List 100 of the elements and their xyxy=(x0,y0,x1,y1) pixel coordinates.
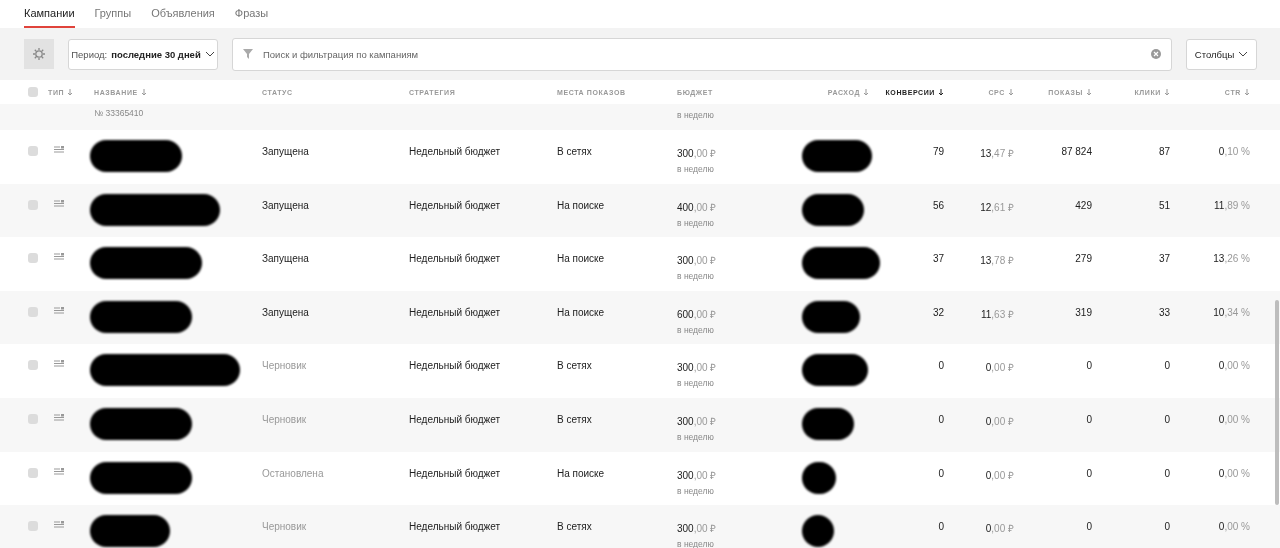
row-checkbox[interactable] xyxy=(28,146,38,156)
clicks-value: 87 xyxy=(1158,146,1170,157)
redaction-mark xyxy=(802,407,854,440)
strategy-text: Недельный бюджет xyxy=(409,306,501,318)
campaign-status: Черновик xyxy=(262,360,307,372)
row-checkbox[interactable] xyxy=(28,199,38,210)
chevron-down-icon xyxy=(1238,51,1249,57)
campaign-status: Черновик xyxy=(262,413,307,425)
strategy-text: Недельный бюджет xyxy=(409,253,501,265)
text-ad-icon xyxy=(54,199,64,208)
cpc-value: 0,00 ₽ xyxy=(985,468,1014,482)
cpc-value: 11,63 ₽ xyxy=(980,307,1014,321)
clear-icon[interactable] xyxy=(1151,49,1161,59)
impressions-value: 87 824 xyxy=(1061,146,1092,157)
ctr-value: 0,00 % xyxy=(1218,413,1250,425)
impressions-value: 0 xyxy=(1086,360,1092,372)
text-ad-icon xyxy=(54,306,64,315)
budget-period: в неделю xyxy=(677,485,714,496)
ctr-value: 0,00 % xyxy=(1218,467,1250,479)
select-all-checkbox[interactable] xyxy=(28,87,38,97)
settings-button[interactable] xyxy=(24,39,54,69)
conversions-value: 0 xyxy=(938,521,944,533)
clicks-value: 37 xyxy=(1158,253,1170,265)
campaign-status: Черновик xyxy=(262,521,307,533)
row-checkbox[interactable] xyxy=(28,360,38,371)
budget-amount: 300,00 ₽ xyxy=(677,414,717,428)
campaign-status: Запущена xyxy=(262,199,309,211)
strategy-text: Недельный бюджет xyxy=(409,146,501,157)
budget-amount: 300,00 ₽ xyxy=(677,468,717,482)
budget-period: в неделю xyxy=(677,378,714,389)
scrollbar-thumb[interactable] xyxy=(1275,300,1279,505)
campaign-status: Запущена xyxy=(262,253,309,265)
text-ad-icon xyxy=(54,146,64,154)
period-dropdown[interactable]: Период: последние 30 дней xyxy=(68,38,218,70)
conversions-value: 79 xyxy=(932,146,944,157)
redaction-mark xyxy=(802,140,872,172)
clicks-value: 0 xyxy=(1164,521,1170,533)
row-checkbox[interactable] xyxy=(28,306,38,317)
ctr-value: 0,10 % xyxy=(1218,146,1250,157)
strategy-text: Недельный бюджет xyxy=(409,467,501,479)
placement-text: На поиске xyxy=(557,253,605,265)
conversions-value: 56 xyxy=(932,199,944,211)
placement-text: На поиске xyxy=(557,199,605,211)
cpc-value: 0,00 ₽ xyxy=(985,414,1014,428)
conversions-value: 0 xyxy=(938,467,944,479)
placement-text: В сетях xyxy=(557,360,592,372)
budget-amount: 300,00 ₽ xyxy=(677,361,717,375)
cpc-value: 13,47 ₽ xyxy=(980,147,1014,160)
impressions-value: 0 xyxy=(1086,413,1092,425)
strategy-text: Недельный бюджет xyxy=(409,360,501,372)
cpc-value: 0,00 ₽ xyxy=(985,361,1014,375)
filter-icon xyxy=(243,49,253,59)
columns-dropdown[interactable]: Столбцы xyxy=(1186,38,1257,70)
budget-amount: 400,00 ₽ xyxy=(677,200,717,214)
strategy-text: Недельный бюджет xyxy=(409,521,501,533)
clicks-value: 0 xyxy=(1164,360,1170,372)
settings-icon xyxy=(32,47,46,61)
impressions-value: 319 xyxy=(1075,306,1092,318)
text-ad-icon xyxy=(54,253,64,262)
clicks-value: 51 xyxy=(1158,199,1170,211)
campaign-status: Запущена xyxy=(262,306,309,318)
campaign-status: Остановлена xyxy=(262,467,324,479)
conversions-value: 0 xyxy=(938,413,944,425)
redaction-mark xyxy=(802,300,860,333)
row-checkbox[interactable] xyxy=(28,521,38,532)
budget-amount: 300,00 ₽ xyxy=(677,147,717,160)
placement-text: На поиске xyxy=(557,306,605,318)
row-checkbox[interactable] xyxy=(28,467,38,478)
budget-amount: 300,00 ₽ xyxy=(677,522,717,536)
tab[interactable]: Фразы xyxy=(234,0,269,28)
row-checkbox[interactable] xyxy=(28,413,38,424)
cpc-value: 0,00 ₽ xyxy=(985,522,1014,536)
text-ad-icon xyxy=(54,521,64,530)
impressions-value: 0 xyxy=(1086,521,1092,533)
tab[interactable]: Объявления xyxy=(151,0,215,28)
ctr-value: 0,00 % xyxy=(1218,521,1250,533)
strategy-text: Недельный бюджет xyxy=(409,199,501,211)
placement-text: На поиске xyxy=(557,467,605,479)
impressions-value: 429 xyxy=(1075,199,1092,211)
sort-arrow-icon[interactable] xyxy=(938,88,944,96)
cpc-value: 12,61 ₽ xyxy=(980,200,1014,214)
strategy-text: Недельный бюджет xyxy=(409,413,501,425)
redaction-mark xyxy=(802,515,834,548)
clicks-value: 0 xyxy=(1164,413,1170,425)
placement-text: В сетях xyxy=(557,521,592,533)
budget-amount: 300,00 ₽ xyxy=(677,254,717,268)
conversions-value: 37 xyxy=(932,253,944,265)
ctr-value: 10,34 % xyxy=(1213,306,1250,318)
search-input[interactable]: Поиск и фильтрация по кампаниям xyxy=(261,47,1143,61)
tab[interactable]: Группы xyxy=(94,0,132,28)
budget-period: в неделю xyxy=(677,271,714,282)
text-ad-icon xyxy=(54,413,64,422)
budget-period: в неделю xyxy=(677,110,714,120)
search-field[interactable]: Поиск и фильтрация по кампаниям xyxy=(232,37,1172,71)
cpc-value: 13,78 ₽ xyxy=(980,254,1014,268)
ctr-value: 0,00 % xyxy=(1218,360,1250,372)
row-checkbox[interactable] xyxy=(28,253,38,264)
redaction-mark xyxy=(802,354,868,387)
impressions-value: 0 xyxy=(1086,467,1092,479)
placement-text: В сетях xyxy=(557,146,592,157)
